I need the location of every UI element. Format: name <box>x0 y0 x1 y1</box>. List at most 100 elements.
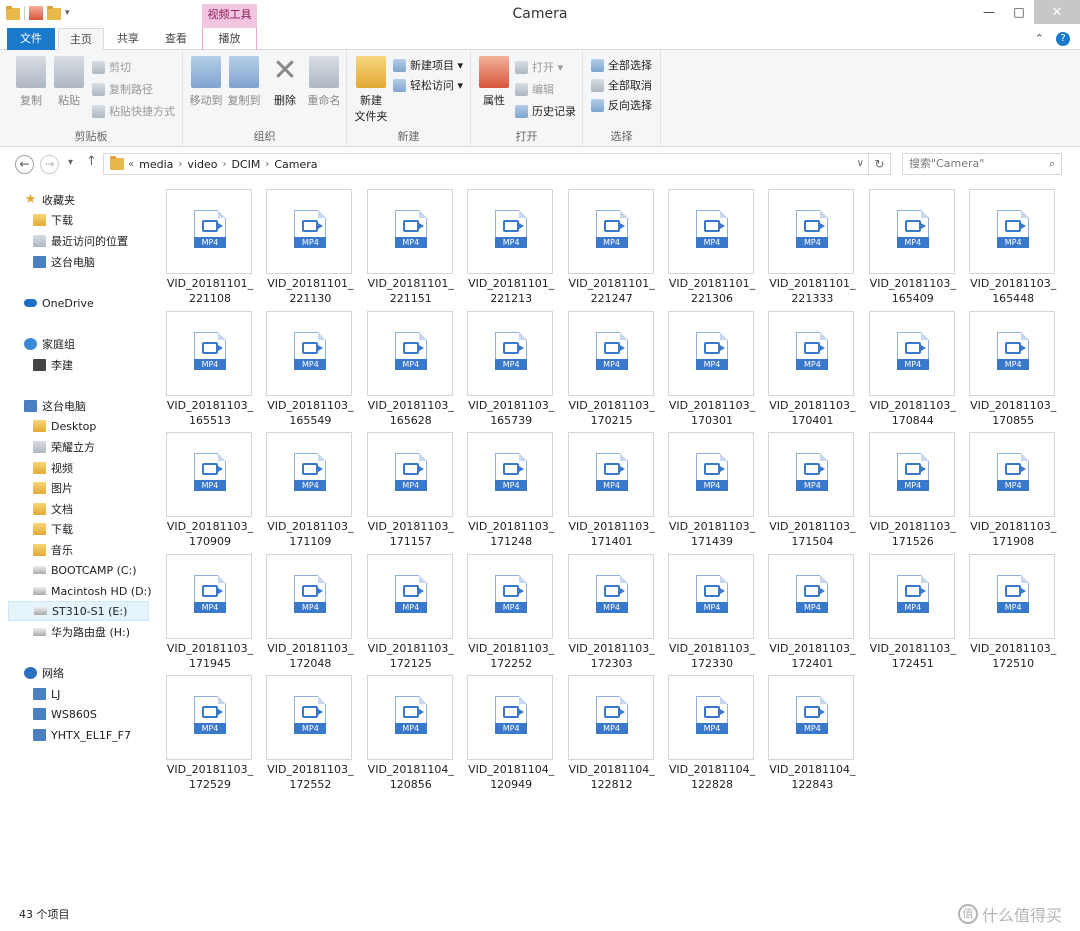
file-item[interactable]: MP4 VID_20181103_ 171945 <box>152 545 253 670</box>
file-thumbnail[interactable]: MP4 <box>768 310 855 396</box>
breadcrumb-dcim[interactable]: DCIM <box>226 158 265 171</box>
copy-path-button[interactable]: 复制路径 <box>92 80 153 98</box>
file-item[interactable]: MP4 VID_20181103_ 172529 <box>152 666 253 791</box>
file-item[interactable]: MP4 VID_20181103_ 170401 <box>754 302 856 427</box>
file-thumbnail[interactable]: MP4 <box>868 432 955 518</box>
delete-button[interactable]: ✕ 删除 <box>269 56 301 108</box>
select-none-button[interactable]: 全部取消 <box>591 76 652 94</box>
nav-item[interactable]: 这台电脑 <box>33 252 95 272</box>
copy-to-button[interactable]: 复制到 <box>225 56 263 108</box>
refresh-button[interactable]: ↻ <box>869 153 891 175</box>
tab-view[interactable]: 查看 <box>154 28 198 50</box>
nav-item[interactable]: 网络 <box>24 663 64 683</box>
file-item[interactable]: MP4 VID_20181103_ 170301 <box>654 302 755 427</box>
file-name[interactable]: VID_20181104_ 120856 <box>361 762 461 792</box>
up-button[interactable]: ↑ <box>86 154 97 169</box>
file-name[interactable]: VID_20181104_ 122812 <box>562 762 662 792</box>
file-thumbnail[interactable]: MP4 <box>668 310 754 396</box>
file-thumbnail[interactable]: MP4 <box>166 432 252 518</box>
paste-shortcut-button[interactable]: 粘贴快捷方式 <box>92 102 175 120</box>
tab-share[interactable]: 共享 <box>106 28 150 50</box>
nav-item[interactable]: ★ 收藏夹 <box>24 190 75 210</box>
minimize-button[interactable]: — <box>974 0 1004 24</box>
file-item[interactable]: MP4 VID_20181103_ 170909 <box>152 423 253 548</box>
file-item[interactable]: MP4 VID_20181103_ 165513 <box>152 302 253 427</box>
search-icon[interactable]: ⌕ <box>1049 154 1055 174</box>
open-button[interactable]: 打开 ▾ <box>515 58 563 76</box>
tab-home[interactable]: 主页 <box>58 28 104 51</box>
file-item[interactable]: MP4 VID_20181103_ 171157 <box>353 423 454 548</box>
nav-item[interactable]: 音乐 <box>33 540 73 560</box>
edit-button[interactable]: 编辑 <box>515 80 554 98</box>
cut-button[interactable]: 剪切 <box>92 58 131 76</box>
file-item[interactable]: MP4 VID_20181103_ 172510 <box>955 545 1056 670</box>
new-folder-button[interactable]: 新建 文件夹 <box>351 56 391 124</box>
file-item[interactable]: MP4 VID_20181101_ 221108 <box>152 180 253 305</box>
file-name[interactable]: VID_20181104_ 120949 <box>461 762 561 792</box>
file-item[interactable]: MP4 VID_20181101_ 221130 <box>252 180 354 305</box>
file-thumbnail[interactable]: MP4 <box>467 310 554 396</box>
file-thumbnail[interactable]: MP4 <box>969 189 1056 274</box>
file-thumbnail[interactable]: MP4 <box>467 432 554 518</box>
file-thumbnail[interactable]: MP4 <box>467 675 554 761</box>
file-item[interactable]: MP4 VID_20181104_ 120949 <box>453 666 554 791</box>
file-item[interactable]: MP4 VID_20181103_ 172252 <box>453 545 554 670</box>
nav-item[interactable]: 视频 <box>33 458 73 478</box>
file-item[interactable]: MP4 VID_20181103_ 170855 <box>955 302 1056 427</box>
file-item[interactable]: MP4 VID_20181104_ 122812 <box>554 666 655 791</box>
file-item[interactable]: MP4 VID_20181101_ 221213 <box>453 180 554 305</box>
history-button[interactable]: 历史记录 <box>515 102 576 120</box>
file-thumbnail[interactable]: MP4 <box>467 189 554 274</box>
file-name[interactable]: VID_20181103_ 172552 <box>260 762 360 792</box>
file-item[interactable]: MP4 VID_20181103_ 171526 <box>855 423 956 548</box>
file-item[interactable]: MP4 VID_20181103_ 165628 <box>353 302 454 427</box>
breadcrumb-video[interactable]: video <box>182 158 222 171</box>
ribbon-expand-icon[interactable]: ⌃ <box>1035 32 1044 46</box>
properties-button[interactable]: 属性 <box>477 56 511 108</box>
file-thumbnail[interactable]: MP4 <box>366 675 453 761</box>
close-button[interactable]: ✕ <box>1034 0 1080 24</box>
easy-access-button[interactable]: 轻松访问 ▾ <box>393 76 463 94</box>
file-item[interactable]: MP4 VID_20181103_ 165448 <box>955 180 1056 305</box>
file-thumbnail[interactable]: MP4 <box>166 310 252 396</box>
file-thumbnail[interactable]: MP4 <box>166 189 252 274</box>
nav-item[interactable]: 下载 <box>33 519 73 539</box>
file-thumbnail[interactable]: MP4 <box>467 553 554 639</box>
file-item[interactable]: MP4 VID_20181103_ 171504 <box>754 423 856 548</box>
file-thumbnail[interactable]: MP4 <box>668 432 754 518</box>
nav-item[interactable]: ST310-S1 (E:) <box>8 601 149 621</box>
file-name[interactable]: VID_20181103_ 172510 <box>963 641 1063 671</box>
file-thumbnail[interactable]: MP4 <box>266 432 353 518</box>
file-thumbnail[interactable]: MP4 <box>768 432 855 518</box>
nav-item[interactable]: 文档 <box>33 499 73 519</box>
chevron-down-icon[interactable]: ∨ <box>857 158 864 169</box>
file-item[interactable]: MP4 VID_20181103_ 171908 <box>955 423 1056 548</box>
invert-selection-button[interactable]: 反向选择 <box>591 96 652 114</box>
file-item[interactable]: MP4 VID_20181101_ 221306 <box>654 180 755 305</box>
file-thumbnail[interactable]: MP4 <box>366 189 453 274</box>
file-item[interactable]: MP4 VID_20181104_ 120856 <box>353 666 454 791</box>
breadcrumb-camera[interactable]: Camera <box>269 158 322 171</box>
nav-item[interactable]: 荣耀立方 <box>33 437 95 457</box>
file-item[interactable]: MP4 VID_20181103_ 172303 <box>554 545 655 670</box>
file-thumbnail[interactable]: MP4 <box>266 310 353 396</box>
file-item[interactable]: MP4 VID_20181101_ 221247 <box>554 180 655 305</box>
file-thumbnail[interactable]: MP4 <box>868 310 955 396</box>
file-thumbnail[interactable]: MP4 <box>366 553 453 639</box>
nav-item[interactable]: 图片 <box>33 478 73 498</box>
select-all-button[interactable]: 全部选择 <box>591 56 652 74</box>
move-to-button[interactable]: 移动到 <box>187 56 225 108</box>
file-name[interactable]: VID_20181104_ 122828 <box>662 762 762 792</box>
file-name[interactable]: VID_20181103_ 172451 <box>863 641 963 671</box>
file-thumbnail[interactable]: MP4 <box>266 553 353 639</box>
nav-item[interactable]: 这台电脑 <box>24 396 86 416</box>
back-button[interactable]: ← <box>15 155 34 174</box>
nav-item[interactable]: Desktop <box>33 416 96 436</box>
nav-item[interactable]: 华为路由盘 (H:) <box>33 622 130 642</box>
file-item[interactable]: MP4 VID_20181103_ 172330 <box>654 545 755 670</box>
file-item[interactable]: MP4 VID_20181101_ 221333 <box>754 180 856 305</box>
file-thumbnail[interactable]: MP4 <box>969 310 1056 396</box>
nav-item[interactable]: WS860S <box>33 704 97 724</box>
file-thumbnail[interactable]: MP4 <box>166 553 252 639</box>
nav-item[interactable]: YHTX_EL1F_F7 <box>33 725 131 745</box>
